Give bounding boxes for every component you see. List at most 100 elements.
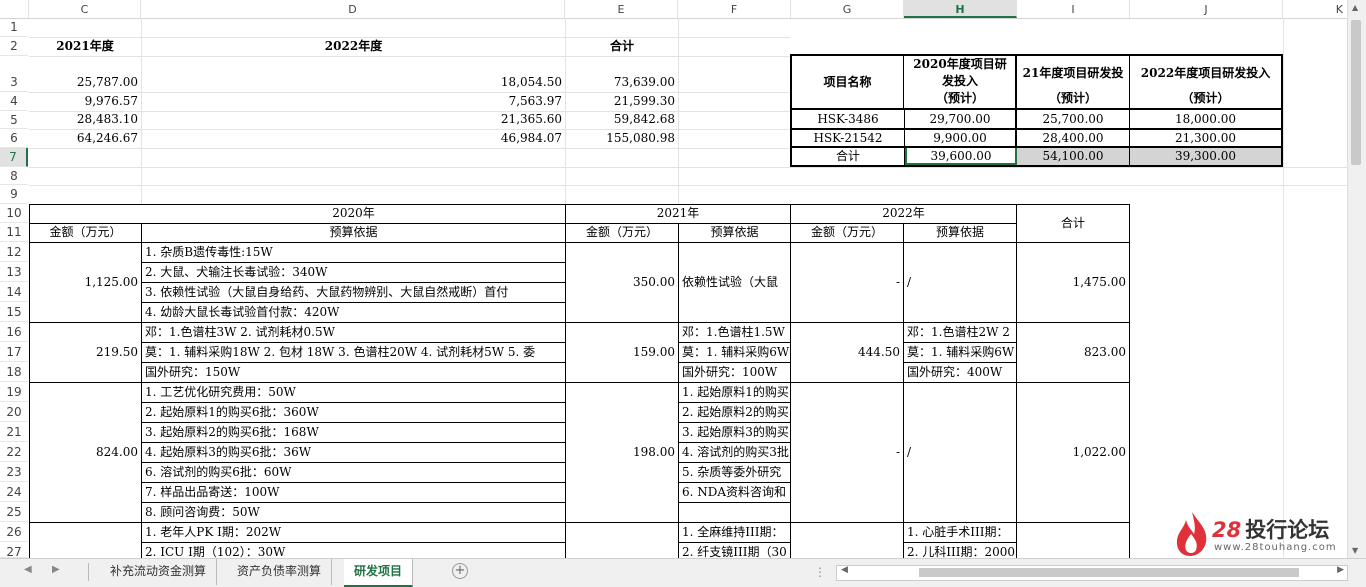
rd-row-2021[interactable]: 28,400.00	[1017, 130, 1130, 146]
more-options-icon[interactable]: ⋮	[814, 565, 826, 579]
g3-basis-2021-item[interactable]: 1. 起始原料1的购买	[679, 383, 790, 402]
amount-header-2020[interactable]: 金额（万元）	[30, 223, 141, 242]
rd-header-2020[interactable]: 2020年度项目研 发投入 （预计）	[905, 56, 1017, 108]
rd-total-2020-selected[interactable]: 39,600.00	[905, 148, 1017, 165]
g2-basis-2022-item[interactable]: 邓：1.色谱柱2W 2	[904, 323, 1016, 342]
g2-amount-2022[interactable]: 444.50	[791, 323, 903, 382]
row-header[interactable]: 7	[0, 148, 28, 167]
horizontal-scrollbar[interactable]: ◀ ▶	[836, 565, 1348, 581]
hscroll-right-icon[interactable]: ▶	[1337, 565, 1344, 575]
select-all-corner[interactable]	[0, 0, 29, 18]
g3-basis-2021-item[interactable]: 3. 起始原料3的购买	[679, 423, 790, 442]
row-header[interactable]: 10	[0, 204, 28, 223]
g1-basis-2021[interactable]: 依赖性试验（大鼠	[679, 243, 790, 322]
cell-e4[interactable]: 21,599.30	[566, 92, 678, 111]
column-header-i[interactable]: I	[1017, 0, 1130, 18]
row-header[interactable]: 3	[0, 56, 28, 92]
g3-basis-2021-item[interactable]: 5. 杂质等委外研究	[679, 463, 790, 482]
row-header[interactable]: 9	[0, 185, 28, 204]
row-header[interactable]: 19	[0, 382, 28, 402]
g3-basis-2021-item[interactable]: 2. 起始原料2的购买	[679, 403, 790, 422]
g2-basis-item[interactable]: 邓：1.色谱柱3W 2. 试剂耗材0.5W	[142, 323, 565, 342]
row-header[interactable]: 16	[0, 322, 28, 342]
rd-total-name[interactable]: 合计	[792, 148, 905, 165]
row-header[interactable]: 8	[0, 167, 28, 185]
row-header[interactable]: 6	[0, 129, 28, 148]
budget-total-header[interactable]: 合计	[1017, 204, 1129, 242]
g4-basis-item[interactable]: 1. 老年人PK I期：202W	[142, 523, 565, 542]
cell-c3[interactable]: 25,787.00	[29, 73, 141, 92]
cell-e3[interactable]: 73,639.00	[566, 73, 678, 92]
g2-basis-2021-item[interactable]: 莫：1. 辅料采购6W	[679, 343, 790, 362]
row-header[interactable]: 27	[0, 542, 28, 559]
row-header[interactable]: 22	[0, 442, 28, 462]
basis-header-2021[interactable]: 预算依据	[679, 223, 790, 242]
cell-d4[interactable]: 7,563.97	[142, 92, 565, 111]
cell-d3[interactable]: 18,054.50	[142, 73, 565, 92]
scroll-down-icon[interactable]: ▼	[1352, 546, 1358, 555]
g1-basis-item[interactable]: 1. 杂质B遗传毒性:15W	[142, 243, 565, 262]
horizontal-scroll-thumb[interactable]	[919, 568, 1299, 577]
cell-c4[interactable]: 9,976.57	[29, 92, 141, 111]
column-header-g[interactable]: G	[791, 0, 904, 18]
amount-header-2022[interactable]: 金额（万元）	[791, 223, 903, 242]
amount-header-2021[interactable]: 金额（万元）	[566, 223, 678, 242]
g1-basis-item[interactable]: 2. 大鼠、犬输注长毒试验：340W	[142, 263, 565, 282]
row-header[interactable]: 18	[0, 362, 28, 382]
row-header[interactable]: 12	[0, 242, 28, 262]
column-header-h[interactable]: H	[904, 0, 1017, 18]
cell-d5[interactable]: 21,365.60	[142, 110, 565, 129]
row-header[interactable]: 11	[0, 223, 28, 242]
g1-amount-2022[interactable]: -	[791, 243, 903, 322]
g1-amount-2021[interactable]: 350.00	[566, 243, 678, 322]
rd-total-2021[interactable]: 54,100.00	[1017, 148, 1130, 165]
column-header-d[interactable]: D	[141, 0, 565, 18]
row-header[interactable]: 5	[0, 111, 28, 129]
g3-basis-item[interactable]: 1. 工艺优化研究费用：50W	[142, 383, 565, 402]
column-header-c[interactable]: C	[29, 0, 141, 18]
tab-scroll-right-icon[interactable]: ▶	[52, 564, 60, 575]
row-header[interactable]: 15	[0, 302, 28, 322]
sheet-tab-debt-ratio[interactable]: 资产负债率测算	[227, 559, 333, 585]
row-header[interactable]: 25	[0, 502, 28, 522]
rd-total-2022[interactable]: 39,300.00	[1130, 148, 1281, 165]
g3-basis-item[interactable]: 2. 起始原料1的购买6批：360W	[142, 403, 565, 422]
g3-basis-item[interactable]: 6. 溶试剂的购买6批：60W	[142, 463, 565, 482]
g3-basis-2021-item[interactable]: 6. NDA资料咨询和	[679, 483, 790, 502]
rd-row-2022[interactable]: 18,000.00	[1130, 110, 1281, 128]
vertical-scroll-thumb[interactable]	[1351, 20, 1361, 165]
g3-basis-item[interactable]: 8. 顾问咨询费：50W	[142, 503, 565, 522]
row-header[interactable]: 24	[0, 482, 28, 502]
header-2022[interactable]: 2022年度	[142, 37, 565, 56]
g4-basis-2021-item[interactable]: 1. 全麻维持III期：	[679, 523, 790, 542]
g1-basis-item[interactable]: 4. 幼龄大鼠长毒试验首付款：420W	[142, 303, 565, 322]
g3-basis-item[interactable]: 3. 起始原料2的购买6批：168W	[142, 423, 565, 442]
column-header-j[interactable]: J	[1130, 0, 1283, 18]
g2-basis-2021-item[interactable]: 国外研究：100W	[679, 363, 790, 382]
g3-basis-2022[interactable]: /	[904, 383, 1016, 522]
g2-basis-item[interactable]: 莫：1. 辅料采购18W 2. 包材 18W 3. 色谱柱20W 4. 试剂耗材…	[142, 343, 565, 362]
g2-basis-2022-item[interactable]: 国外研究：400W	[904, 363, 1016, 382]
g3-amount-2021[interactable]: 198.00	[566, 383, 678, 522]
row-header[interactable]: 26	[0, 522, 28, 542]
row-header[interactable]: 23	[0, 462, 28, 482]
budget-year-2021[interactable]: 2021年	[566, 204, 790, 223]
sheet-grid[interactable]: 2021年度 2022年度 合计 25,787.00 18,054.50 73,…	[29, 18, 1348, 558]
tab-scroll-left-icon[interactable]: ◀	[24, 564, 32, 575]
g2-basis-2021-item[interactable]: 邓：1.色谱柱1.5W	[679, 323, 790, 342]
cell-e6[interactable]: 155,080.98	[566, 129, 678, 148]
g2-amount-2021[interactable]: 159.00	[566, 323, 678, 382]
rd-row-2020[interactable]: 9,900.00	[905, 130, 1017, 146]
add-sheet-icon[interactable]: +	[452, 563, 468, 579]
g1-amount-2020[interactable]: 1,125.00	[30, 243, 141, 322]
row-header[interactable]: 1	[0, 18, 28, 37]
scroll-up-icon[interactable]: ▲	[1352, 3, 1358, 12]
hscroll-left-icon[interactable]: ◀	[841, 565, 848, 575]
column-header-e[interactable]: E	[565, 0, 678, 18]
cell-c5[interactable]: 28,483.10	[29, 110, 141, 129]
g2-total[interactable]: 823.00	[1017, 323, 1129, 382]
budget-year-2020[interactable]: 2020年	[142, 204, 565, 223]
rd-row-2020[interactable]: 29,700.00	[905, 110, 1017, 128]
g2-basis-2022-item[interactable]: 莫：1. 辅料采购6W	[904, 343, 1016, 362]
row-header[interactable]: 21	[0, 422, 28, 442]
